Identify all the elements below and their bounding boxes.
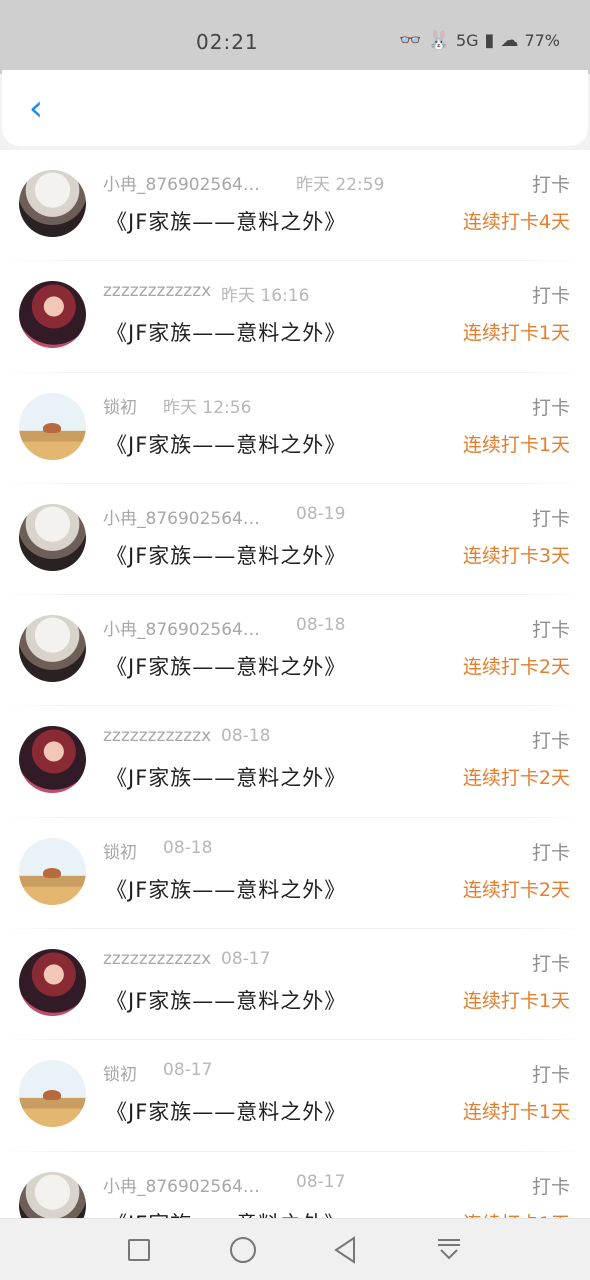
- streak-count: 连续打卡1天: [462, 433, 570, 456]
- post-time: 08-19: [296, 503, 346, 524]
- list-item[interactable]: 锁初 08-18 打卡《JF家族——意料之外》 连续打卡2天: [0, 818, 590, 930]
- post-time: 08-18: [163, 837, 213, 858]
- list-item[interactable]: 锁初 08-17 打卡《JF家族——意料之外》 连续打卡1天: [0, 1040, 590, 1152]
- post-time: 昨天 16:16: [221, 286, 310, 307]
- book-title[interactable]: 《JF家族——意料之外》: [106, 540, 346, 570]
- system-nav-bar: [0, 1218, 590, 1280]
- cloud-rabbit-icon: ☁: [500, 30, 519, 51]
- book-title[interactable]: 《JF家族——意料之外》: [106, 874, 346, 904]
- back-nav-button[interactable]: [328, 1233, 362, 1267]
- entry-type: 打卡: [531, 619, 570, 642]
- streak-count: 连续打卡4天: [462, 211, 570, 233]
- status-icons: 👓 🐰 5G ▮ ☁ 77%: [399, 30, 560, 51]
- streak-count: 连续打卡1天: [463, 1209, 570, 1218]
- back-button[interactable]: ‹: [20, 86, 52, 130]
- entry-type: 打卡: [531, 953, 570, 976]
- status-bar: 02:21 👓 🐰 5G ▮ ☁ 77%: [0, 0, 590, 74]
- battery-level: 77%: [524, 31, 560, 50]
- book-title[interactable]: 《JF家族——意料之外》: [106, 206, 346, 236]
- streak-count: 连续打卡1天: [462, 1101, 570, 1124]
- list-item[interactable]: 小冉_876902564… 08-17 打卡《JF家族——意料之外》 连续打卡1天: [0, 1152, 590, 1218]
- user-name[interactable]: 锁初: [103, 838, 137, 863]
- vr-glasses-icon: 👓: [399, 30, 422, 51]
- user-name[interactable]: zzzzzzzzzzzx: [103, 281, 211, 301]
- user-name[interactable]: 锁初: [103, 393, 137, 418]
- entry-type: 打卡: [531, 1064, 570, 1087]
- user-name[interactable]: 小冉_876902564…: [103, 170, 260, 195]
- user-name[interactable]: zzzzzzzzzzzx: [103, 726, 211, 746]
- book-title[interactable]: 《JF家族——意料之外》: [106, 1096, 346, 1126]
- post-time: 08-18: [296, 615, 346, 636]
- home-button[interactable]: [226, 1233, 260, 1267]
- streak-count: 连续打卡2天: [462, 656, 570, 679]
- user-name[interactable]: zzzzzzzzzzzx: [103, 949, 211, 969]
- post-time: 昨天 22:59: [296, 175, 385, 195]
- avatar[interactable]: [19, 615, 86, 683]
- user-name[interactable]: 小冉_876902564…: [103, 1172, 260, 1197]
- list-item[interactable]: 小冉_876902564… 08-19 打卡《JF家族——意料之外》 连续打卡3天: [0, 484, 590, 596]
- list-item[interactable]: zzzzzzzzzzzx 昨天 16:16 打卡《JF家族——意料之外》 连续打卡1天: [0, 261, 590, 373]
- bunny-icon: 🐰: [427, 30, 450, 51]
- recent-apps-button[interactable]: [122, 1233, 156, 1267]
- entry-type: 打卡: [531, 507, 570, 530]
- avatar[interactable]: [19, 392, 86, 460]
- entry-type: 打卡: [531, 285, 570, 308]
- checkin-list[interactable]: 小冉_876902564… 昨天 22:59 打卡 《JF家族——意料之外》 连续打卡4…: [0, 150, 590, 1218]
- avatar[interactable]: [19, 503, 86, 571]
- entry-type: 打卡: [531, 1175, 570, 1198]
- entry-type: 打卡: [531, 841, 570, 864]
- list-item[interactable]: 小冉_876902564… 昨天 22:59 打卡《JF家族——意料之外》 连续打卡4…: [0, 150, 590, 262]
- user-name[interactable]: 小冉_876902564…: [103, 615, 260, 640]
- entry-type: 打卡: [531, 396, 570, 419]
- avatar[interactable]: [19, 281, 86, 349]
- notification-pull-button[interactable]: [432, 1233, 466, 1267]
- notification-pull-icon: [438, 1239, 460, 1260]
- post-time: 08-18: [221, 726, 271, 747]
- book-title[interactable]: 《JF家族——意料之外》: [106, 762, 346, 792]
- post-time: 08-17: [163, 1060, 213, 1081]
- signal-icon: ▮: [484, 30, 495, 51]
- avatar[interactable]: [19, 1171, 86, 1218]
- chevron-left-icon: ‹: [28, 87, 44, 129]
- avatar[interactable]: [19, 726, 86, 794]
- user-name[interactable]: 小冉_876902564…: [103, 504, 260, 529]
- network-type: 5G: [455, 31, 479, 50]
- user-name[interactable]: 锁初: [103, 1060, 137, 1085]
- status-time: 02:21: [196, 30, 259, 54]
- book-title[interactable]: 《JF家族——意料之外》: [106, 429, 346, 459]
- list-item[interactable]: zzzzzzzzzzzx 08-18 打卡《JF家族——意料之外》 连续打卡2天: [0, 706, 590, 818]
- avatar[interactable]: [19, 949, 86, 1017]
- avatar[interactable]: [19, 170, 86, 237]
- streak-count: 连续打卡1天: [462, 990, 570, 1013]
- list-item[interactable]: 小冉_876902564… 08-18 打卡《JF家族——意料之外》 连续打卡2天: [0, 595, 590, 707]
- post-time: 08-17: [221, 949, 271, 970]
- avatar[interactable]: [19, 1060, 86, 1128]
- post-time: 昨天 12:56: [163, 397, 252, 418]
- streak-count: 连续打卡3天: [462, 544, 570, 567]
- entry-type: 打卡: [531, 730, 570, 753]
- post-time: 08-17: [296, 1171, 346, 1192]
- home-icon: [230, 1237, 256, 1263]
- streak-count: 连续打卡1天: [462, 322, 570, 345]
- back-icon: [334, 1236, 355, 1264]
- list-item[interactable]: zzzzzzzzzzzx 08-17 打卡《JF家族——意料之外》 连续打卡1天: [0, 929, 590, 1041]
- book-title[interactable]: 《JF家族——意料之外》: [106, 1208, 346, 1218]
- streak-count: 连续打卡2天: [462, 767, 570, 790]
- recent-apps-icon: [128, 1239, 150, 1261]
- book-title[interactable]: 《JF家族——意料之外》: [106, 651, 346, 681]
- book-title[interactable]: 《JF家族——意料之外》: [106, 317, 346, 347]
- page-header: ‹: [2, 70, 588, 146]
- avatar[interactable]: [19, 837, 86, 905]
- entry-type: 打卡: [531, 174, 570, 196]
- list-item[interactable]: 锁初 昨天 12:56 打卡《JF家族——意料之外》 连续打卡1天: [0, 373, 590, 484]
- streak-count: 连续打卡2天: [462, 878, 570, 901]
- book-title[interactable]: 《JF家族——意料之外》: [106, 985, 346, 1015]
